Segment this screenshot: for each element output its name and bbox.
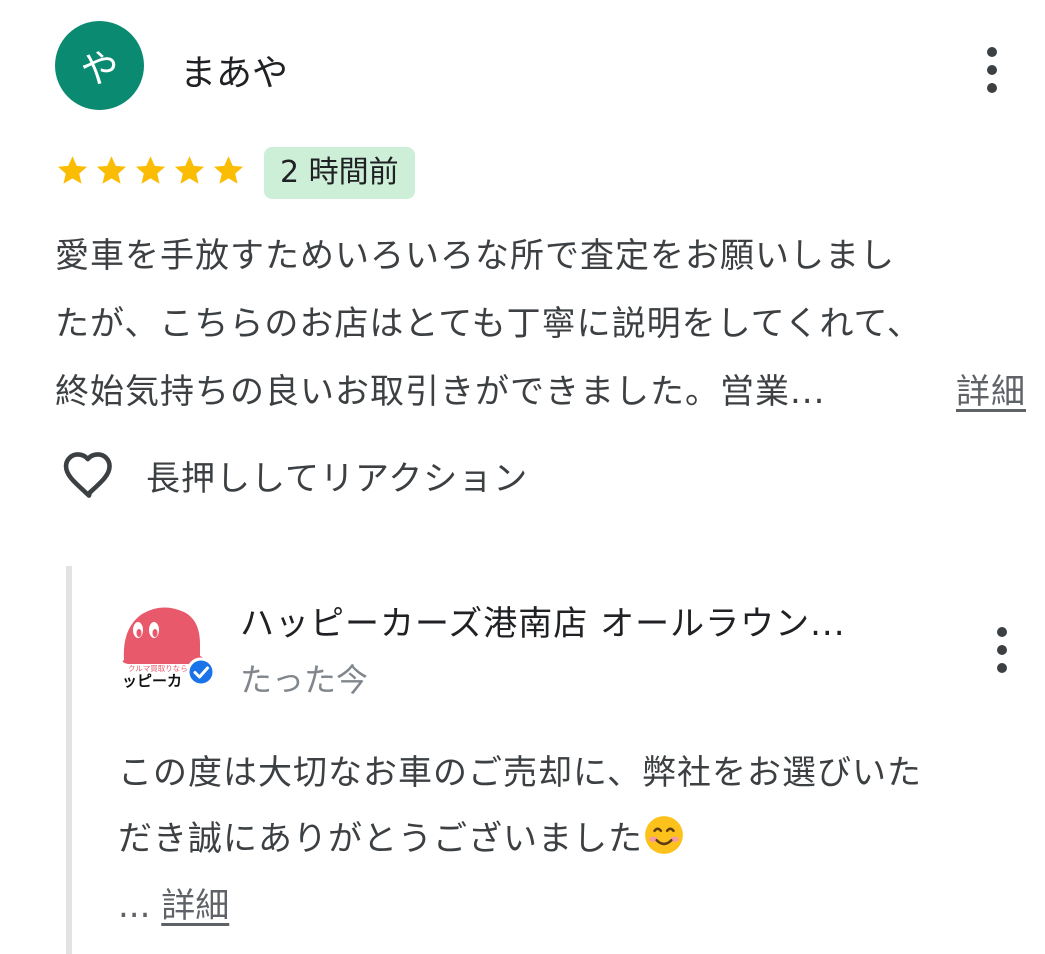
review-text-line: 終始気持ちの良いお取引きができました。営業... [55,372,826,412]
review-more-link[interactable]: 詳細 [956,358,1026,426]
avatar-initial: や [80,47,119,91]
reply-ellipsis: ... [118,886,151,926]
more-vert-icon[interactable] [986,47,998,93]
verified-icon [186,657,216,687]
avatar[interactable]: や [55,21,144,110]
reply-indent-bar [66,566,72,954]
review-text-line: 愛車を手放すためいろいろな所で査定をお願いしまし [55,236,895,276]
heart-outline-icon[interactable] [60,446,118,504]
smile-emoji-icon [645,816,683,854]
star-icon [135,156,166,184]
reaction-label: 長押ししてリアクション [146,458,529,499]
reply-text-line: だき誠にありがとうございました [118,819,643,859]
logo-text-bottom: ッピーカ [122,672,182,690]
reply-more-row: ... 詳細 [118,878,229,927]
reply-more-link[interactable]: 詳細 [161,886,229,926]
review-body: 愛車を手放すためいろいろな所で査定をお願いしまし たが、こちらのお店はとても丁寧… [55,222,1030,426]
review-time-badge: 2 時間前 [264,147,415,199]
star-icon [213,156,244,184]
owner-logo[interactable]: クルマ買取りならハ ッピーカ [118,598,218,694]
reply-body: この度は大切なお車のご売却に、弊社をお選びいた だき誠にありがとうございました [118,740,1018,872]
reply-time: たった今 [240,661,369,699]
star-rating [55,153,246,188]
star-icon [174,156,205,184]
owner-name[interactable]: ハッピーカーズ港南店 オールラウン... [240,596,910,645]
star-icon [96,156,127,184]
reviewer-name[interactable]: まあや [180,44,288,96]
reaction-row[interactable]: 長押ししてリアクション [60,446,528,504]
more-vert-icon[interactable] [996,627,1008,673]
review-text-line: たが、こちらのお店はとても丁寧に説明をしてくれて、 [55,304,922,344]
reply-text-line: この度は大切なお車のご売却に、弊社をお選びいた [118,753,922,793]
star-icon [57,156,88,184]
